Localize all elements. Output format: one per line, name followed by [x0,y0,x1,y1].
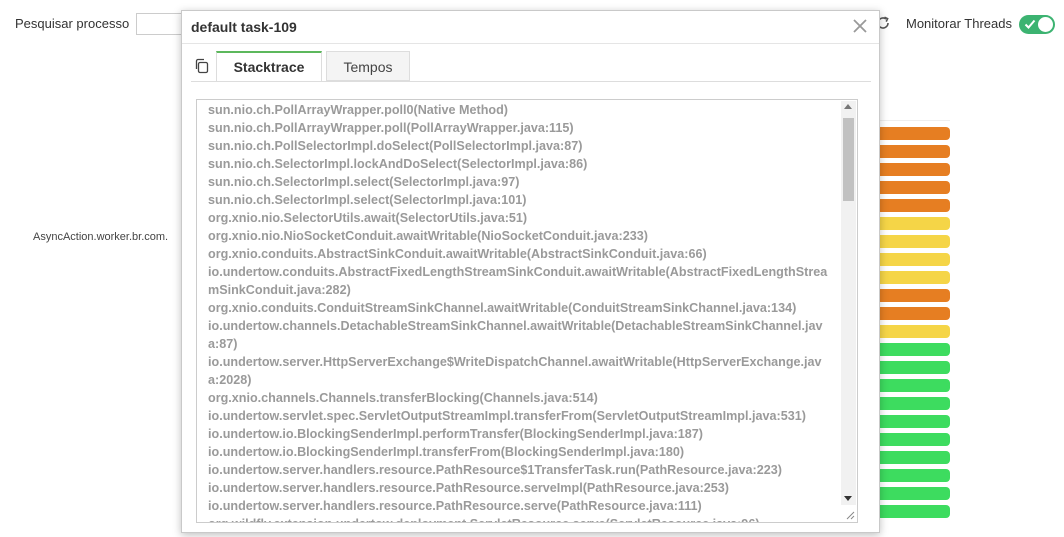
modal-title: default task-109 [191,19,297,35]
stacktrace-line: sun.nio.ch.SelectorImpl.lockAndDoSelect(… [208,157,588,171]
close-icon[interactable] [851,17,869,35]
stacktrace-line: io.undertow.server.handlers.resource.Pat… [208,463,782,477]
stacktrace-line: sun.nio.ch.PollArrayWrapper.poll(PollArr… [208,121,574,135]
stacktrace-line: io.undertow.server.handlers.resource.Pat… [208,499,702,513]
stacktrace-line: io.undertow.io.BlockingSenderImpl.transf… [208,445,685,459]
thread-name-label: AsyncAction.worker.br.com. [33,231,169,243]
stacktrace-line: org.xnio.conduits.ConduitStreamSinkChann… [208,301,797,315]
resize-grip-icon[interactable] [844,509,855,520]
scroll-thumb[interactable] [843,118,854,201]
stacktrace-line: io.undertow.server.handlers.resource.Pat… [208,481,729,495]
stacktrace-line: org.wildfly.extension.undertow.deploymen… [208,515,832,522]
stacktrace-line: io.undertow.server.HttpServerExchange$Wr… [208,355,822,387]
thread-status-bar [880,487,950,500]
stacktrace-scrollbar[interactable] [841,101,856,505]
thread-status-bar [880,235,950,248]
monitor-threads-toggle[interactable] [1019,15,1055,34]
thread-status-bar [880,253,950,266]
thread-status-bar [880,127,950,140]
thread-status-bar [880,361,950,374]
stacktrace-line: io.undertow.conduits.AbstractFixedLength… [208,265,828,297]
thread-status-bars [880,127,950,523]
stacktrace-line: org.xnio.nio.SelectorUtils.await(Selecto… [208,211,528,225]
thread-status-bar [880,271,950,284]
thread-status-bar [880,163,950,176]
thread-status-bar [880,397,950,410]
tab-stacktrace[interactable]: Stacktrace [216,51,322,82]
toggle-knob [1038,17,1053,32]
scroll-down-arrow-icon[interactable] [844,496,852,501]
stacktrace-line: org.xnio.conduits.AbstractSinkConduit.aw… [208,247,707,261]
thread-status-bar [880,145,950,158]
thread-status-bar [880,451,950,464]
thread-status-bar [880,433,950,446]
stacktrace-content: sun.nio.ch.PollArrayWrapper.poll0(Native… [208,101,832,522]
thread-status-bar [880,343,950,356]
tab-tempos[interactable]: Tempos [326,51,410,81]
stacktrace-textarea[interactable]: sun.nio.ch.PollArrayWrapper.poll0(Native… [196,99,858,523]
copy-icon[interactable] [194,58,210,74]
thread-status-bar [880,415,950,428]
stacktrace-line: io.undertow.channels.DetachableStreamSin… [208,319,823,351]
monitor-threads-label: Monitorar Threads [906,16,1012,31]
stacktrace-line: sun.nio.ch.PollSelectorImpl.doSelect(Pol… [208,139,583,153]
search-process-label: Pesquisar processo [15,16,130,31]
stacktrace-line: io.undertow.servlet.spec.ServletOutputSt… [208,409,806,423]
thread-status-bar [880,217,950,230]
thread-status-bar [880,379,950,392]
thread-detail-modal: default task-109 Stacktrace Tempos sun.n… [181,10,880,533]
stacktrace-line: sun.nio.ch.SelectorImpl.select(SelectorI… [208,175,520,189]
stacktrace-line: sun.nio.ch.PollArrayWrapper.poll0(Native… [208,103,508,117]
thread-status-bar [880,289,950,302]
thread-status-bar [880,199,950,212]
thread-status-bar [880,505,950,518]
thread-status-bar [880,307,950,320]
stacktrace-line: sun.nio.ch.SelectorImpl.select(SelectorI… [208,193,527,207]
thread-status-bar [880,469,950,482]
scroll-up-arrow-icon[interactable] [844,104,852,109]
stacktrace-line: org.xnio.nio.NioSocketConduit.awaitWrita… [208,229,648,243]
modal-header: default task-109 [182,11,879,44]
stacktrace-line: org.xnio.channels.Channels.transferBlock… [208,391,598,405]
thread-status-bar [880,325,950,338]
tab-divider [191,81,871,82]
thread-status-bar [880,181,950,194]
check-icon [1024,19,1036,29]
stacktrace-line: io.undertow.io.BlockingSenderImpl.perfor… [208,427,703,441]
